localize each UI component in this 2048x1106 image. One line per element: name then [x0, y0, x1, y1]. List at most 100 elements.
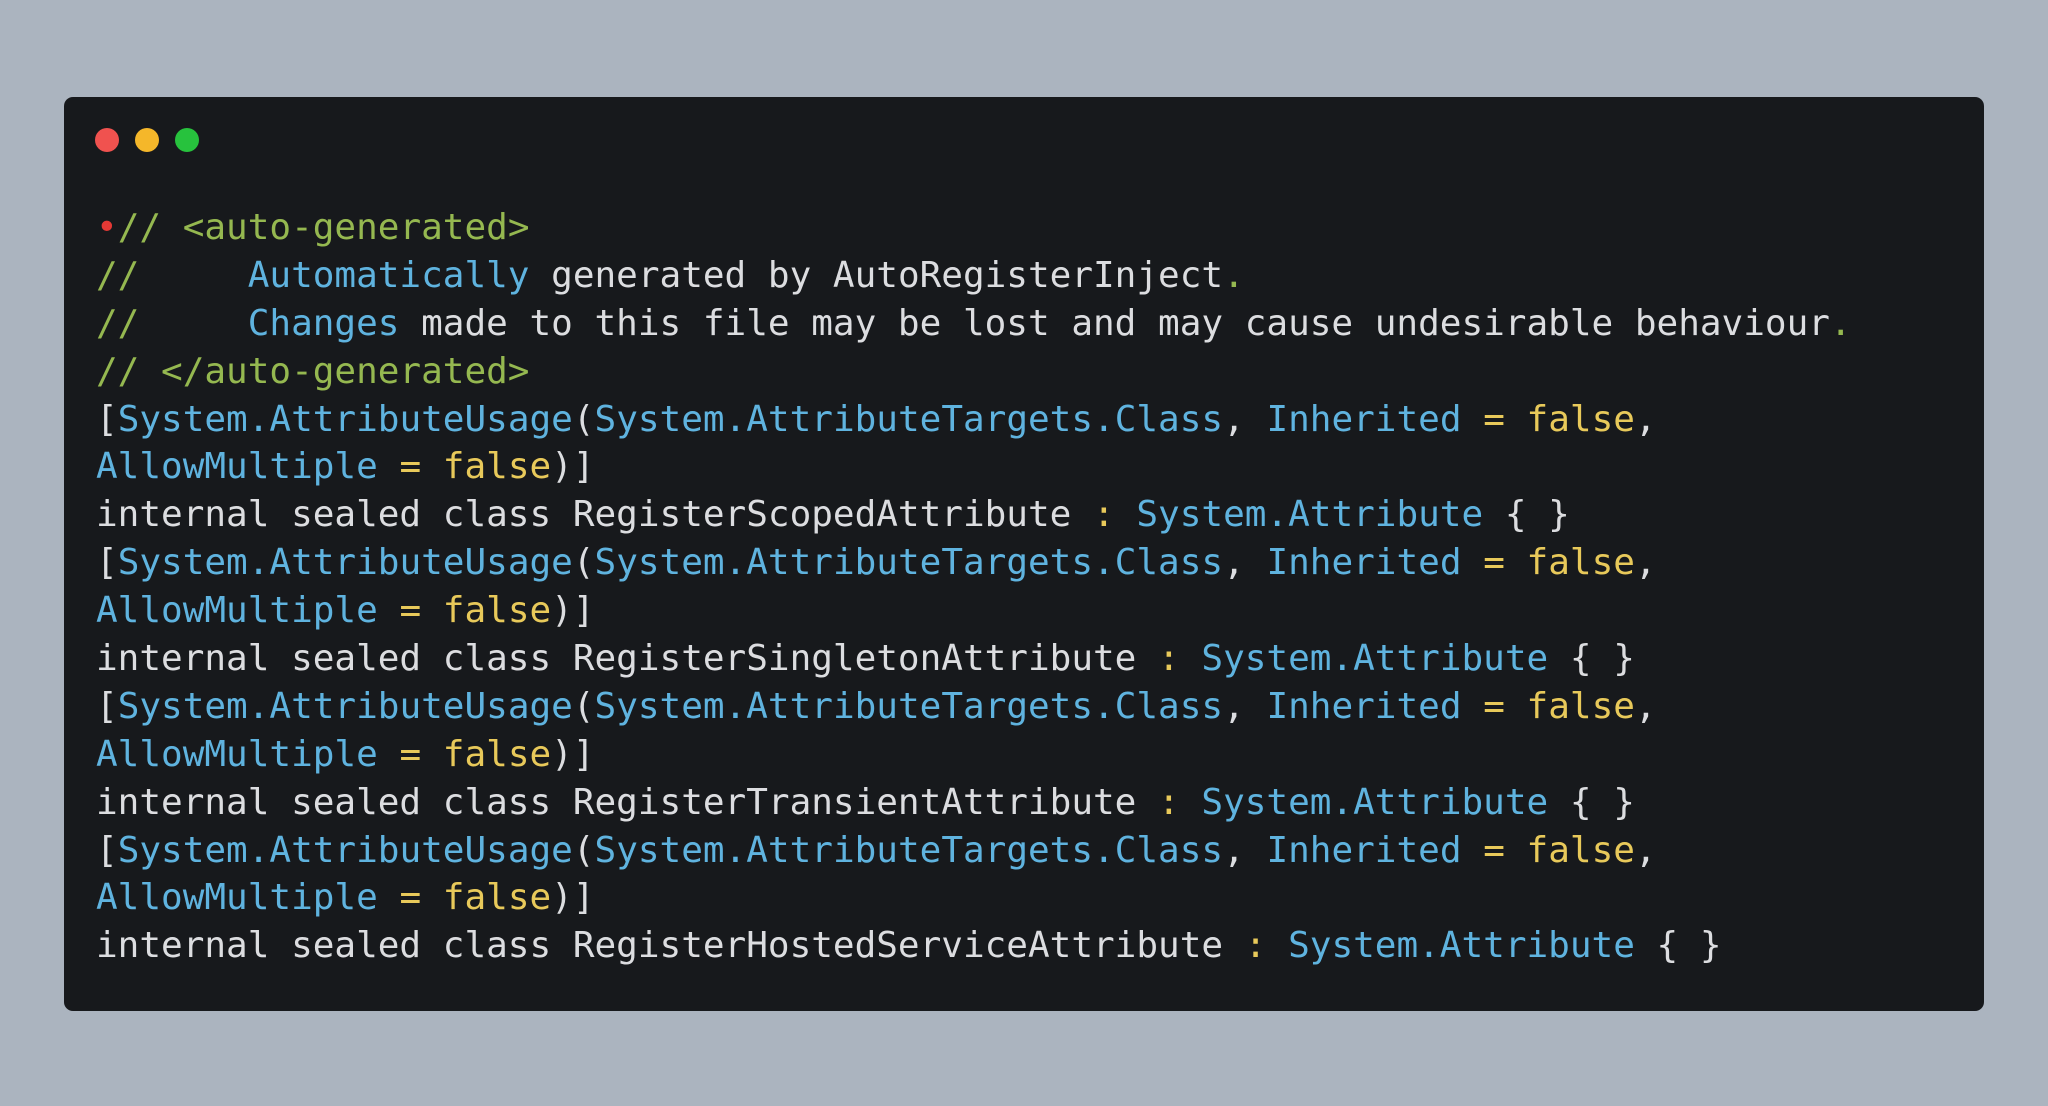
code-token: . [1223, 254, 1245, 296]
code-token: System.Attribute [1201, 781, 1549, 823]
code-token: false [442, 590, 552, 632]
code-line: internal sealed class RegisterSingletonA… [96, 635, 1852, 683]
code-token: , [1634, 685, 1657, 727]
code-line: internal sealed class RegisterScopedAttr… [96, 491, 1852, 539]
code-token: System.Attribute [1201, 638, 1549, 680]
code-token: AllowMultiple [96, 877, 378, 919]
code-token: = [377, 590, 443, 632]
code-line: AllowMultiple = false)] [96, 874, 1852, 922]
code-token: System.AttributeUsage [117, 398, 573, 440]
code-token: )] [551, 590, 595, 632]
code-block[interactable]: •// <auto-generated>// Automatically gen… [96, 204, 1852, 970]
code-line: // Changes made to this file may be lost… [96, 300, 1852, 348]
code-token: false [1526, 398, 1635, 440]
code-token: Changes [247, 302, 400, 344]
code-token: // [96, 254, 248, 296]
code-line: internal sealed class RegisterTransientA… [96, 779, 1852, 827]
code-token: System.AttributeTargets.Class [594, 685, 1224, 727]
code-token: = [1461, 398, 1527, 440]
code-token: { } [1548, 638, 1635, 680]
code-token: false [1526, 542, 1635, 584]
code-token: : [1158, 638, 1180, 680]
code-token: , [1634, 398, 1657, 440]
code-token: = [377, 877, 443, 919]
code-line: •// <auto-generated> [96, 204, 1852, 252]
code-token: false [442, 733, 552, 775]
code-token: // </auto-generated> [96, 350, 530, 392]
code-token: AllowMultiple [96, 446, 378, 488]
code-token: , [1634, 542, 1657, 584]
code-token: , [1223, 542, 1267, 584]
code-token: { } [1483, 494, 1570, 536]
code-token: { } [1548, 781, 1635, 823]
code-token: ( [572, 398, 595, 440]
code-token: generated by AutoRegisterInject [529, 254, 1224, 296]
maximize-button[interactable] [175, 128, 199, 152]
code-token: System.AttributeUsage [117, 542, 573, 584]
window-controls [95, 128, 199, 152]
code-token: System.AttributeTargets.Class [594, 542, 1224, 584]
code-token: false [442, 446, 552, 488]
code-token: . [1829, 302, 1852, 344]
minimize-button[interactable] [135, 128, 159, 152]
code-token: • [96, 207, 118, 248]
code-token: internal sealed class RegisterHostedServ… [96, 925, 1245, 967]
code-token: )] [551, 733, 595, 775]
code-token: System.AttributeTargets.Class [594, 398, 1224, 440]
code-token: = [1461, 685, 1527, 727]
code-token: )] [551, 877, 595, 919]
code-token: = [1461, 829, 1527, 871]
code-line: [System.AttributeUsage(System.AttributeT… [96, 827, 1852, 875]
code-line: internal sealed class RegisterHostedServ… [96, 922, 1852, 970]
code-line: AllowMultiple = false)] [96, 731, 1852, 779]
code-line: // Automatically generated by AutoRegist… [96, 252, 1852, 300]
code-token: Inherited [1266, 685, 1462, 727]
code-token: ( [572, 829, 595, 871]
code-token: AllowMultiple [96, 590, 378, 632]
code-token: = [377, 733, 443, 775]
code-token: , [1223, 685, 1267, 727]
code-token: System.Attribute [1288, 925, 1635, 967]
code-line: [System.AttributeUsage(System.AttributeT… [96, 396, 1852, 444]
code-line: // </auto-generated> [96, 348, 1852, 396]
code-token: ( [572, 542, 595, 584]
code-token: made to this file may be lost and may ca… [399, 302, 1830, 344]
code-token: , [1223, 398, 1267, 440]
code-token: , [1634, 829, 1657, 871]
code-token: System.AttributeUsage [117, 685, 573, 727]
code-token: [ [96, 685, 118, 727]
code-token: { } [1634, 925, 1722, 967]
code-token: Automatically [247, 254, 530, 296]
code-token: )] [551, 446, 595, 488]
code-token: = [377, 446, 443, 488]
code-token: ( [572, 685, 595, 727]
code-window: •// <auto-generated>// Automatically gen… [64, 97, 1984, 1011]
code-line: [System.AttributeUsage(System.AttributeT… [96, 539, 1852, 587]
code-token: [ [96, 398, 118, 440]
code-token: System.AttributeUsage [117, 829, 573, 871]
code-token: internal sealed class RegisterTransientA… [96, 781, 1159, 823]
code-line: [System.AttributeUsage(System.AttributeT… [96, 683, 1852, 731]
code-token: System.AttributeTargets.Class [594, 829, 1224, 871]
code-token: internal sealed class RegisterSingletonA… [96, 638, 1159, 680]
code-token: = [1461, 542, 1527, 584]
code-token: : [1158, 781, 1180, 823]
code-token: Inherited [1266, 829, 1462, 871]
code-token: , [1223, 829, 1267, 871]
code-token: : [1093, 494, 1115, 536]
code-token: // <auto-generated> [117, 207, 530, 248]
code-token: [ [96, 829, 118, 871]
code-line: AllowMultiple = false)] [96, 443, 1852, 491]
code-token: false [1526, 685, 1635, 727]
code-token: Inherited [1266, 542, 1462, 584]
close-button[interactable] [95, 128, 119, 152]
code-token: System.Attribute [1136, 494, 1484, 536]
code-token: false [1526, 829, 1635, 871]
code-line: AllowMultiple = false)] [96, 587, 1852, 635]
code-token: [ [96, 542, 118, 584]
code-token: internal sealed class RegisterScopedAttr… [96, 494, 1093, 536]
code-token: false [442, 877, 552, 919]
